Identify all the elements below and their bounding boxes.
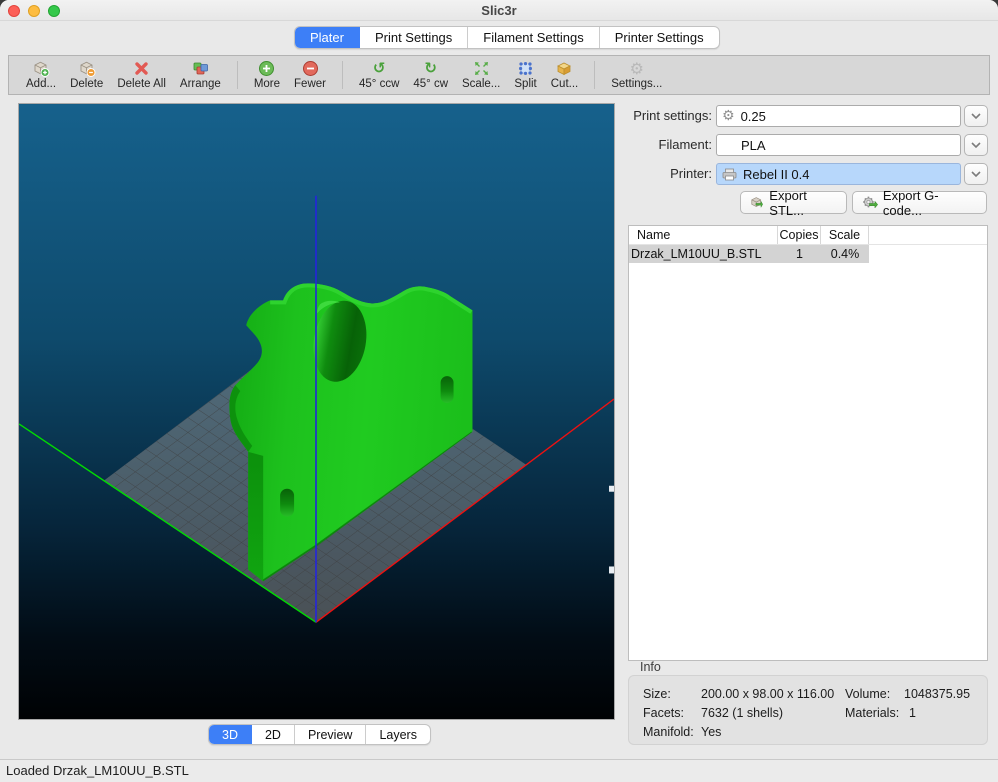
more-button[interactable]: More: [254, 57, 280, 93]
materials-label: Materials:: [845, 706, 899, 720]
rotate-ccw-button[interactable]: ↺ 45° ccw: [359, 57, 399, 93]
filament-dropdown-button[interactable]: [964, 134, 988, 156]
model-slot-hole-lower: [280, 489, 294, 517]
export-stl-button[interactable]: Export STL...: [740, 191, 847, 214]
fewer-button[interactable]: Fewer: [294, 57, 326, 93]
rotate-cw-button[interactable]: ↻ 45° cw: [413, 57, 448, 93]
manifold-label: Manifold:: [643, 725, 694, 739]
print-settings-dropdown-button[interactable]: [964, 105, 988, 127]
tab-preview[interactable]: Preview: [295, 725, 366, 744]
info-panel: Size: 200.00 x 98.00 x 116.00 Volume: 10…: [628, 675, 988, 745]
add-button[interactable]: Add...: [26, 57, 56, 93]
printer-combo[interactable]: Rebel II 0.4: [716, 163, 961, 185]
tab-3d[interactable]: 3D: [209, 725, 252, 744]
arrange-button[interactable]: Arrange: [180, 57, 221, 93]
minus-circle-icon: [302, 60, 319, 77]
titlebar: Slic3r: [0, 0, 998, 21]
tab-plater[interactable]: Plater: [295, 27, 360, 48]
toolbar-separator: [342, 61, 343, 89]
slic3r-window: Slic3r Plater Print Settings Filament Se…: [0, 0, 998, 782]
column-header-scale: Scale: [821, 226, 869, 244]
add-box-plus-icon: [32, 60, 50, 77]
view-tab-bar: 3D 2D Preview Layers: [208, 724, 431, 745]
volume-value: 1048375.95: [904, 687, 970, 701]
volume-label: Volume:: [845, 687, 890, 701]
info-panel-title: Info: [640, 660, 661, 674]
delete-box-minus-icon: [78, 60, 96, 77]
chevron-down-icon: [970, 112, 982, 120]
cubes-icon: [191, 60, 209, 77]
cell-copies: 1: [778, 245, 821, 263]
rotate-ccw-icon: ↺: [373, 60, 386, 77]
tab-filament-settings[interactable]: Filament Settings: [468, 27, 599, 48]
column-header-name: Name: [629, 226, 778, 244]
rotate-cw-icon: ↻: [424, 60, 437, 77]
gear-icon: ⚙: [630, 60, 644, 77]
print-settings-label: Print settings:: [622, 105, 712, 127]
edge-marker: [609, 486, 614, 492]
cut-box-icon: [555, 60, 573, 77]
column-header-copies: Copies: [778, 226, 821, 244]
cell-name: Drzak_LM10UU_B.STL: [629, 245, 778, 263]
facets-value: 7632 (1 shells): [701, 706, 783, 720]
cell-scale: 0.4%: [821, 245, 869, 263]
export-stl-icon: [750, 195, 764, 210]
gear-icon: ⚙: [722, 108, 735, 124]
printer-label: Printer:: [622, 163, 712, 185]
size-value: 200.00 x 98.00 x 116.00: [701, 687, 834, 701]
scale-button[interactable]: Scale...: [462, 57, 500, 93]
toolbar: Add... Delete Delete All: [8, 55, 990, 95]
object-table-header: Name Copies Scale: [629, 226, 987, 245]
main-tab-bar: Plater Print Settings Filament Settings …: [294, 26, 720, 49]
model-left-face: [248, 452, 263, 582]
settings-button[interactable]: ⚙ Settings...: [611, 57, 662, 93]
tab-layers[interactable]: Layers: [366, 725, 430, 744]
table-row[interactable]: Drzak_LM10UU_B.STL 1 0.4%: [629, 245, 869, 263]
printer-icon: [722, 168, 737, 181]
edge-marker: [609, 566, 614, 573]
status-text: Loaded Drzak_LM10UU_B.STL: [6, 763, 189, 778]
split-dots-icon: [517, 60, 534, 77]
window-title: Slic3r: [0, 3, 998, 18]
status-bar: Loaded Drzak_LM10UU_B.STL: [0, 759, 998, 782]
printer-dropdown-button[interactable]: [964, 163, 988, 185]
size-label: Size:: [643, 687, 671, 701]
split-button[interactable]: Split: [514, 57, 536, 93]
filament-combo[interactable]: PLA: [716, 134, 961, 156]
materials-value: 1: [909, 706, 916, 720]
manifold-value: Yes: [701, 725, 721, 739]
delete-button[interactable]: Delete: [70, 57, 103, 93]
plus-circle-icon: [258, 60, 275, 77]
facets-label: Facets:: [643, 706, 684, 720]
red-x-icon: [133, 60, 150, 77]
3d-viewport[interactable]: [18, 103, 615, 720]
cut-button[interactable]: Cut...: [551, 57, 578, 93]
model-slot-hole-upper: [441, 376, 454, 403]
object-table: Name Copies Scale Drzak_LM10UU_B.STL 1 0…: [628, 225, 988, 661]
print-settings-combo[interactable]: ⚙ 0.25: [716, 105, 961, 127]
scale-arrows-icon: [473, 60, 490, 77]
delete-all-button[interactable]: Delete All: [117, 57, 166, 93]
export-gcode-button[interactable]: Export G-code...: [852, 191, 987, 214]
tab-print-settings[interactable]: Print Settings: [360, 27, 468, 48]
export-gcode-icon: [862, 195, 878, 210]
chevron-down-icon: [970, 170, 982, 178]
filament-label: Filament:: [622, 134, 712, 156]
tab-2d[interactable]: 2D: [252, 725, 295, 744]
toolbar-separator: [237, 61, 238, 89]
toolbar-separator: [594, 61, 595, 89]
chevron-down-icon: [970, 141, 982, 149]
tab-printer-settings[interactable]: Printer Settings: [600, 27, 719, 48]
